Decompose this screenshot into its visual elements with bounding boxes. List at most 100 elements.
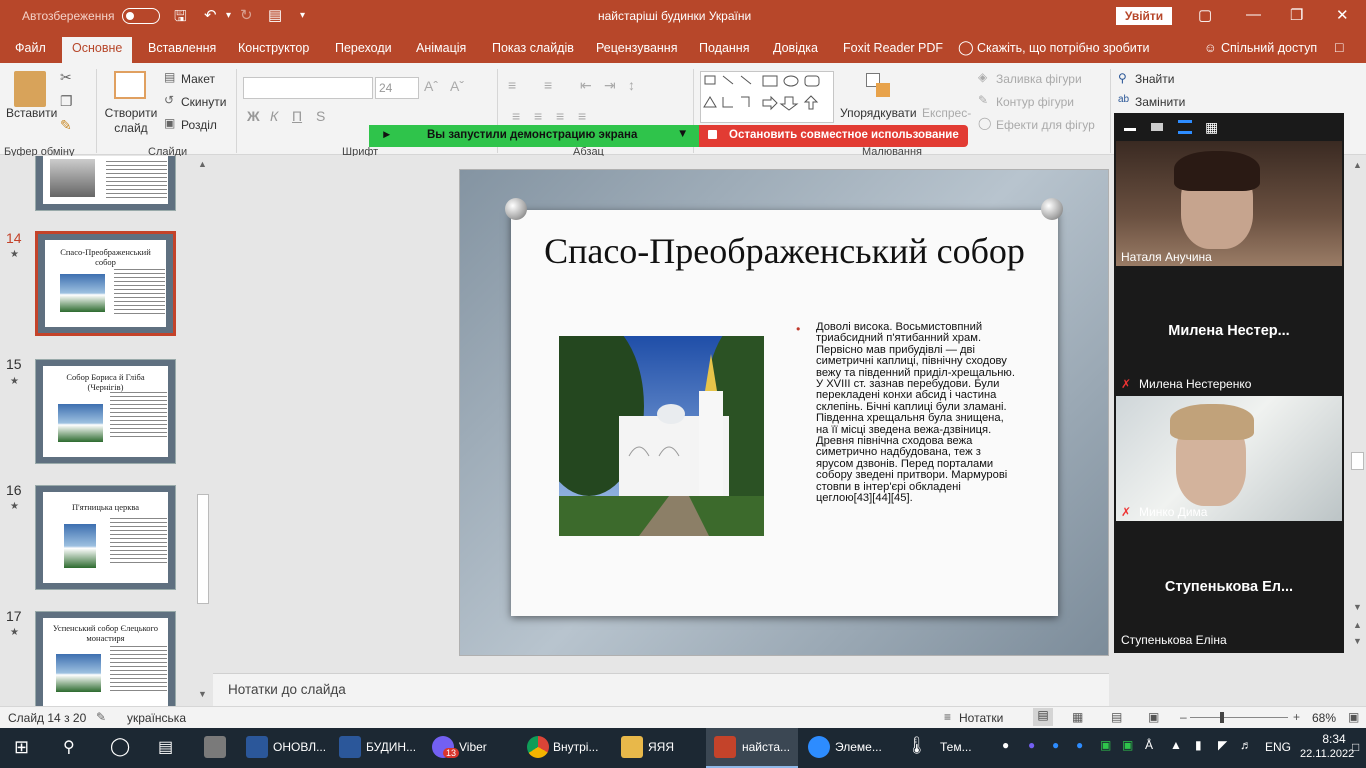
thermometer-icon[interactable]: 🌡 bbox=[906, 736, 928, 756]
stop-share-button[interactable]: Остановить совместное использование bbox=[699, 125, 968, 147]
search-icon[interactable]: ⚲ bbox=[63, 737, 75, 757]
save-icon[interactable]: 🖫 bbox=[174, 6, 187, 31]
thumbnails-scrollbar[interactable]: ▲ ▼ bbox=[195, 156, 212, 706]
slide-body-text[interactable]: Доволі висока. Восьмистовпний триабсидни… bbox=[816, 321, 1018, 505]
format-painter-icon[interactable]: ✎ bbox=[60, 117, 72, 134]
customize-qat-icon[interactable]: ▾ bbox=[300, 10, 305, 21]
paste-icon[interactable] bbox=[14, 71, 46, 107]
share-button[interactable]: Спільний доступ bbox=[1221, 41, 1317, 55]
layout-button[interactable]: Макет bbox=[181, 72, 215, 86]
tab-insert[interactable]: Вставлення bbox=[148, 41, 216, 55]
next-slide-icon[interactable]: ▼ bbox=[1353, 636, 1362, 646]
slideshow-icon[interactable]: ▣ bbox=[1148, 710, 1159, 724]
font-name-field[interactable] bbox=[243, 77, 373, 99]
ribbon-display-icon[interactable]: ▢ bbox=[1198, 6, 1212, 24]
tab-review[interactable]: Рецензування bbox=[596, 41, 677, 55]
tell-me-search[interactable]: Скажіть, що потрібно зробити bbox=[977, 41, 1150, 55]
chrome-icon[interactable] bbox=[527, 736, 549, 758]
restore-icon[interactable]: ❐ bbox=[1290, 6, 1303, 24]
arrange-icon[interactable] bbox=[866, 73, 892, 97]
slide-thumbnail-13[interactable] bbox=[35, 156, 176, 211]
tab-help[interactable]: Довідка bbox=[773, 41, 818, 55]
tab-animations[interactable]: Анімація bbox=[416, 41, 466, 55]
scroll-down-icon[interactable]: ▼ bbox=[198, 689, 207, 699]
scroll-down-icon[interactable]: ▼ bbox=[1353, 602, 1362, 612]
powerpoint-icon[interactable] bbox=[714, 736, 736, 758]
find-button[interactable]: Знайти bbox=[1135, 72, 1174, 86]
video-dima[interactable] bbox=[1116, 396, 1342, 521]
scroll-up-icon[interactable]: ▲ bbox=[198, 159, 207, 169]
scroll-thumb[interactable] bbox=[197, 494, 209, 604]
language-label[interactable]: українська bbox=[127, 711, 186, 725]
cortana-icon[interactable]: ◯ bbox=[110, 736, 130, 757]
autosave-toggle[interactable] bbox=[122, 8, 160, 24]
tray-share-icon[interactable]: ▣ bbox=[1122, 738, 1133, 752]
slide-thumbnail-17[interactable]: Успенський собор Єлецького монастиря bbox=[35, 611, 176, 706]
spellcheck-icon[interactable]: ✎ bbox=[96, 710, 106, 724]
normal-view-icon[interactable]: ▤ bbox=[1033, 708, 1053, 726]
arrange-button[interactable]: Упорядкувати bbox=[840, 106, 917, 120]
zoom-level[interactable]: 68% bbox=[1312, 711, 1336, 725]
tab-foxit[interactable]: Foxit Reader PDF bbox=[843, 41, 943, 55]
tab-design[interactable]: Конструктор bbox=[238, 41, 309, 55]
taskbar-app[interactable]: Тем... bbox=[940, 740, 972, 754]
signin-button[interactable]: Увійти bbox=[1116, 7, 1172, 25]
undo-icon[interactable]: ↶ bbox=[204, 6, 217, 24]
battery-icon[interactable]: ▮ bbox=[1195, 738, 1202, 752]
volume-icon[interactable]: ♬ bbox=[1240, 738, 1252, 752]
windows-start-icon[interactable]: ⊞ bbox=[14, 737, 29, 758]
slide-title[interactable]: Спасо-Преображенський собор bbox=[511, 228, 1058, 275]
tray-zoom-icon[interactable]: ● bbox=[1076, 738, 1083, 752]
slide-thumbnail-14[interactable]: Спасо-Преображенський собор bbox=[35, 231, 176, 336]
notifications-icon[interactable]: □ bbox=[1352, 740, 1359, 754]
tray-zoom-icon[interactable]: ● bbox=[1052, 738, 1059, 752]
taskbar-app[interactable]: найста... bbox=[742, 740, 790, 754]
scroll-up-icon[interactable]: ▲ bbox=[1353, 160, 1362, 170]
clock-date[interactable]: 22.11.2022 bbox=[1300, 748, 1354, 760]
notes-pane[interactable]: Нотатки до слайда bbox=[213, 673, 1109, 706]
taskbar-app[interactable]: Элеме... bbox=[835, 740, 882, 754]
tray-app-icon[interactable]: ▣ bbox=[1100, 738, 1111, 752]
calculator-icon[interactable] bbox=[204, 736, 226, 758]
notes-toggle-button[interactable]: Нотатки bbox=[959, 711, 1003, 725]
grid-view-icon[interactable]: ▦ bbox=[1205, 119, 1218, 136]
video-natalia[interactable] bbox=[1116, 141, 1342, 266]
taskbar-app[interactable]: ОНОВЛ... bbox=[273, 740, 326, 754]
word-icon[interactable] bbox=[339, 736, 361, 758]
tab-slideshow[interactable]: Показ слайдів bbox=[492, 41, 574, 55]
tab-transitions[interactable]: Переходи bbox=[335, 41, 392, 55]
fit-slide-icon[interactable]: ▣ bbox=[1348, 710, 1359, 724]
folder-icon[interactable] bbox=[621, 736, 643, 758]
close-icon[interactable]: ✕ bbox=[1336, 6, 1349, 24]
zoom-icon[interactable] bbox=[808, 736, 830, 758]
copy-icon[interactable]: ❐ bbox=[60, 93, 73, 110]
paste-button[interactable]: Вставити bbox=[6, 106, 57, 120]
cut-icon[interactable]: ✂ bbox=[60, 69, 72, 86]
undo-dropdown-icon[interactable]: ▾ bbox=[226, 10, 231, 21]
reset-button[interactable]: Скинути bbox=[181, 95, 226, 109]
tab-home[interactable]: Основне bbox=[62, 37, 133, 63]
font-size-field[interactable]: 24 bbox=[375, 77, 419, 99]
minimize-icon[interactable]: — bbox=[1246, 6, 1261, 23]
scroll-thumb[interactable] bbox=[1351, 452, 1364, 470]
tab-file[interactable]: Файл bbox=[15, 41, 46, 55]
cathedral-photo[interactable] bbox=[559, 336, 764, 536]
antivirus-icon[interactable]: ▲ bbox=[1170, 738, 1182, 752]
previous-slide-icon[interactable]: ▲ bbox=[1353, 620, 1362, 630]
slide-scrollbar[interactable]: ▲ ▼ ▲ ▼ bbox=[1349, 156, 1366, 656]
taskbar-app[interactable]: Внутрі... bbox=[553, 740, 598, 754]
zoom-slider[interactable] bbox=[1190, 717, 1288, 718]
speaker-view-icon[interactable] bbox=[1151, 123, 1163, 131]
input-language[interactable]: ENG bbox=[1265, 740, 1291, 754]
taskbar-app[interactable]: Viber bbox=[459, 740, 487, 754]
task-view-icon[interactable]: ▤ bbox=[158, 737, 173, 757]
tray-viber-icon[interactable]: ● bbox=[1028, 738, 1035, 752]
wifi-icon[interactable]: ◤ bbox=[1218, 738, 1227, 752]
bluetooth-icon[interactable]: Å bbox=[1145, 738, 1153, 752]
taskbar-app[interactable]: ЯЯЯ bbox=[648, 740, 674, 754]
zoom-slider-thumb[interactable] bbox=[1220, 712, 1224, 723]
replace-button[interactable]: Замінити bbox=[1135, 95, 1185, 109]
taskbar-app[interactable]: БУДИН... bbox=[366, 740, 416, 754]
clock-time[interactable]: 8:34 bbox=[1312, 732, 1356, 746]
minimize-panel-icon[interactable] bbox=[1124, 128, 1136, 131]
